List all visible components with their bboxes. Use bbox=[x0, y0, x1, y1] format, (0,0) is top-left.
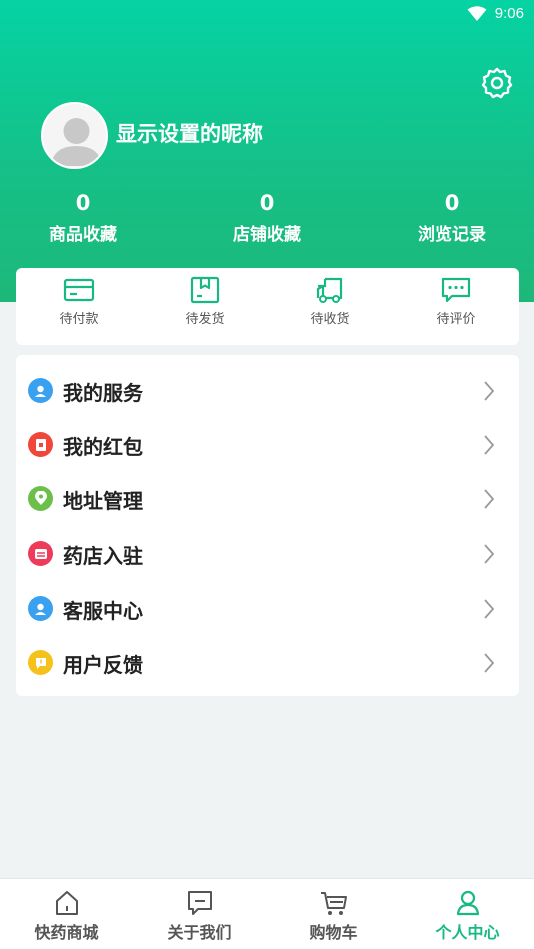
tab-mall[interactable]: 快药商城 bbox=[0, 889, 133, 943]
menu-item-customer-service[interactable]: 客服中心 bbox=[16, 581, 519, 635]
menu-label: 药店入驻 bbox=[63, 544, 143, 568]
tab-label: 个人中心 bbox=[435, 923, 500, 942]
order-pending-payment[interactable]: 待付款 bbox=[29, 276, 129, 340]
chevron-right-icon bbox=[484, 435, 495, 455]
about-icon bbox=[187, 891, 212, 915]
settings-gear-icon[interactable] bbox=[480, 66, 514, 100]
order-pending-shipment[interactable]: 待发货 bbox=[155, 276, 255, 340]
menu-label: 地址管理 bbox=[63, 489, 143, 513]
card-icon bbox=[63, 278, 95, 302]
location-icon bbox=[28, 486, 53, 511]
tab-about[interactable]: 关于我们 bbox=[133, 889, 266, 943]
menu-item-address[interactable]: 地址管理 bbox=[16, 471, 519, 525]
person-icon bbox=[456, 890, 479, 916]
chevron-right-icon bbox=[484, 599, 495, 619]
menu-item-red-packet[interactable]: 我的红包 bbox=[16, 417, 519, 471]
order-label: 待付款 bbox=[59, 312, 99, 327]
avatar[interactable] bbox=[41, 102, 108, 169]
wifi-icon bbox=[467, 5, 487, 21]
order-status-card: 待付款 待发货 待收货 待评价 bbox=[16, 268, 519, 345]
order-label: 待发货 bbox=[185, 312, 225, 327]
menu-label: 客服中心 bbox=[63, 599, 143, 623]
package-icon bbox=[190, 276, 220, 304]
stat-value: 0 bbox=[259, 191, 275, 215]
service-icon bbox=[28, 378, 53, 403]
stat-store-favorites[interactable]: 0 店铺收藏 bbox=[197, 190, 337, 245]
status-time: 9:06 bbox=[494, 5, 524, 22]
red-packet-icon bbox=[28, 432, 53, 457]
menu-item-my-service[interactable]: 我的服务 bbox=[16, 363, 519, 417]
chevron-right-icon bbox=[484, 544, 495, 564]
stat-value: 0 bbox=[444, 191, 460, 215]
menu-label: 我的服务 bbox=[63, 381, 143, 405]
store-icon bbox=[28, 541, 53, 566]
stat-label: 浏览记录 bbox=[418, 225, 486, 245]
tab-cart[interactable]: 购物车 bbox=[267, 889, 400, 943]
home-icon bbox=[55, 891, 78, 915]
stat-label: 商品收藏 bbox=[49, 225, 117, 245]
menu-label: 我的红包 bbox=[63, 435, 143, 459]
order-label: 待收货 bbox=[310, 312, 350, 327]
order-pending-review[interactable]: 待评价 bbox=[406, 276, 506, 340]
status-bar: 9:06 bbox=[0, 0, 534, 30]
comment-icon bbox=[441, 277, 471, 303]
feedback-icon bbox=[28, 650, 53, 675]
chevron-right-icon bbox=[484, 381, 495, 401]
order-label: 待评价 bbox=[436, 312, 476, 327]
menu-item-pharmacy-join[interactable]: 药店入驻 bbox=[16, 526, 519, 580]
profile-header: 9:06 显示设置的昵称 0 商品收藏 0 店铺收藏 0 浏览记录 bbox=[0, 0, 534, 302]
order-pending-receipt[interactable]: 待收货 bbox=[280, 276, 380, 340]
bottom-tab-bar: 快药商城 关于我们 购物车 个人中心 bbox=[0, 878, 534, 949]
tab-personal-center[interactable]: 个人中心 bbox=[401, 889, 534, 943]
truck-icon bbox=[316, 277, 343, 303]
stat-product-favorites[interactable]: 0 商品收藏 bbox=[13, 190, 153, 245]
chevron-right-icon bbox=[484, 489, 495, 509]
stat-value: 0 bbox=[75, 191, 91, 215]
menu-label: 用户反馈 bbox=[63, 653, 143, 677]
stat-label: 店铺收藏 bbox=[233, 225, 301, 245]
avatar-placeholder-icon bbox=[51, 118, 102, 166]
menu-list: 我的服务 我的红包 地址管理 药店入驻 客服中心 用户反馈 bbox=[16, 355, 519, 696]
tab-label: 快药商城 bbox=[34, 923, 99, 942]
stats-row: 0 商品收藏 0 店铺收藏 0 浏览记录 bbox=[0, 190, 534, 250]
customer-service-icon bbox=[28, 596, 53, 621]
nickname[interactable]: 显示设置的昵称 bbox=[116, 118, 263, 148]
tab-label: 购物车 bbox=[309, 923, 358, 942]
tab-label: 关于我们 bbox=[167, 923, 232, 942]
cart-icon bbox=[320, 892, 347, 915]
menu-item-feedback[interactable]: 用户反馈 bbox=[16, 635, 519, 689]
chevron-right-icon bbox=[484, 653, 495, 673]
stat-browse-history[interactable]: 0 浏览记录 bbox=[382, 190, 522, 245]
